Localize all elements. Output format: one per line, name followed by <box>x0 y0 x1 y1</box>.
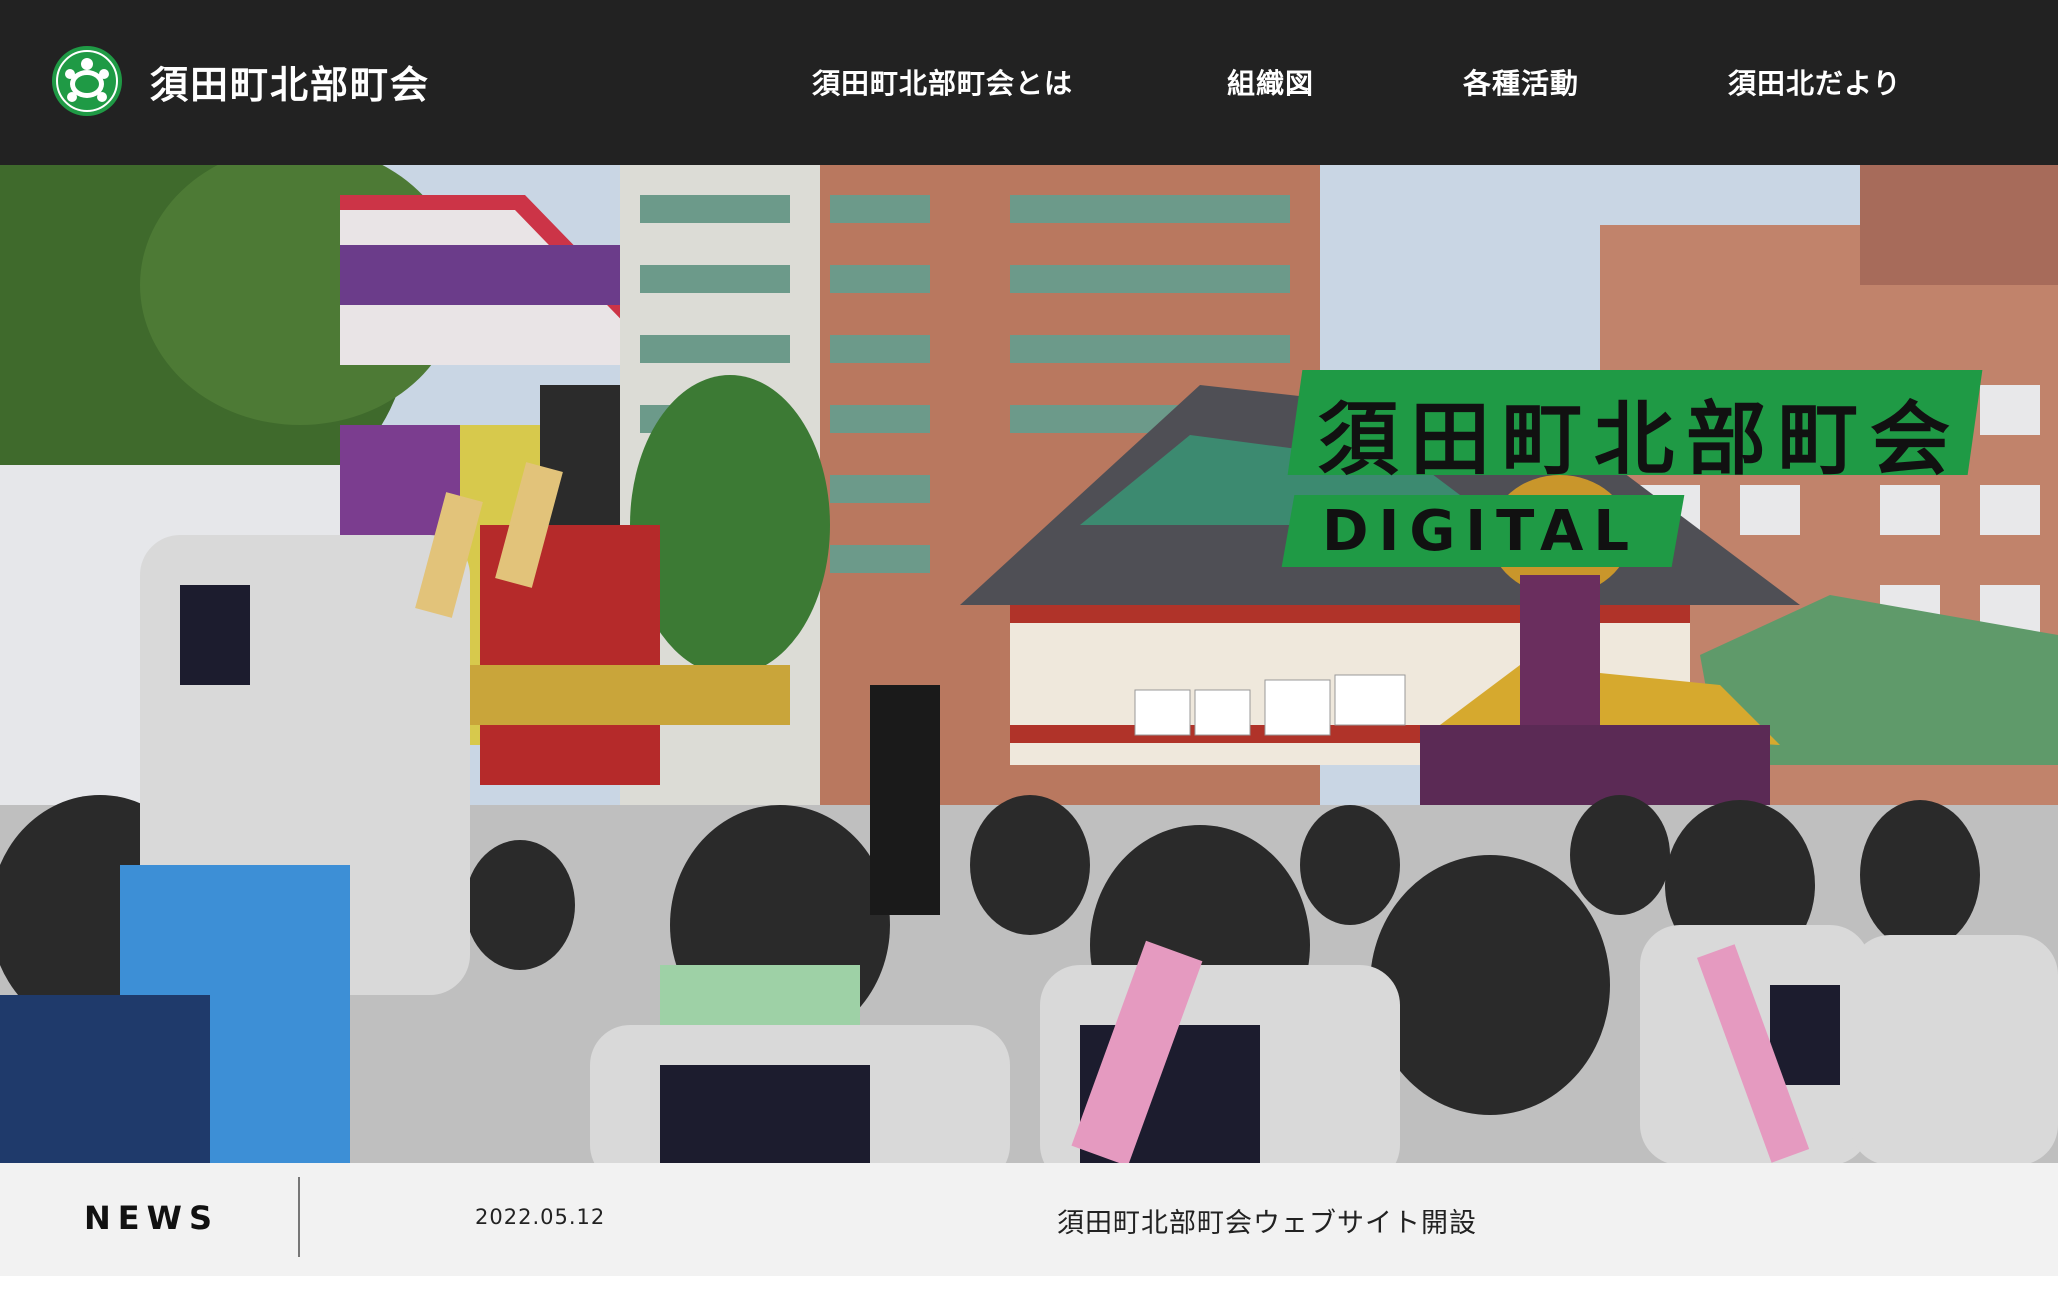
festival-mikoshi-photo <box>0 165 2058 1163</box>
nav-item-about[interactable]: 須田町北部町会とは <box>812 62 1073 102</box>
turtle-emblem-icon[interactable] <box>50 44 124 118</box>
nav-item-organization[interactable]: 組織図 <box>1227 62 1314 102</box>
news-headline-link[interactable]: 須田町北部町会ウェブサイト開設 <box>1057 1201 1477 1240</box>
nav-item-activities[interactable]: 各種活動 <box>1463 62 1579 102</box>
hero-section: 須田町北部町会 DIGITAL <box>0 165 2058 1163</box>
hero-title: 須田町北部町会 <box>1318 393 1962 486</box>
hero-subtitle: DIGITAL <box>1322 499 1639 564</box>
news-date: 2022.05.12 <box>475 1205 606 1229</box>
site-header: 須田町北部町会 須田町北部町会とは 組織図 各種活動 須田北だより <box>0 0 2058 165</box>
news-label: NEWS <box>84 1199 219 1237</box>
nav-item-newsletter[interactable]: 須田北だより <box>1728 62 1901 102</box>
site-title[interactable]: 須田町北部町会 <box>150 54 430 109</box>
news-bar: NEWS 2022.05.12 須田町北部町会ウェブサイト開設 <box>0 1163 2058 1276</box>
news-divider <box>298 1177 300 1257</box>
